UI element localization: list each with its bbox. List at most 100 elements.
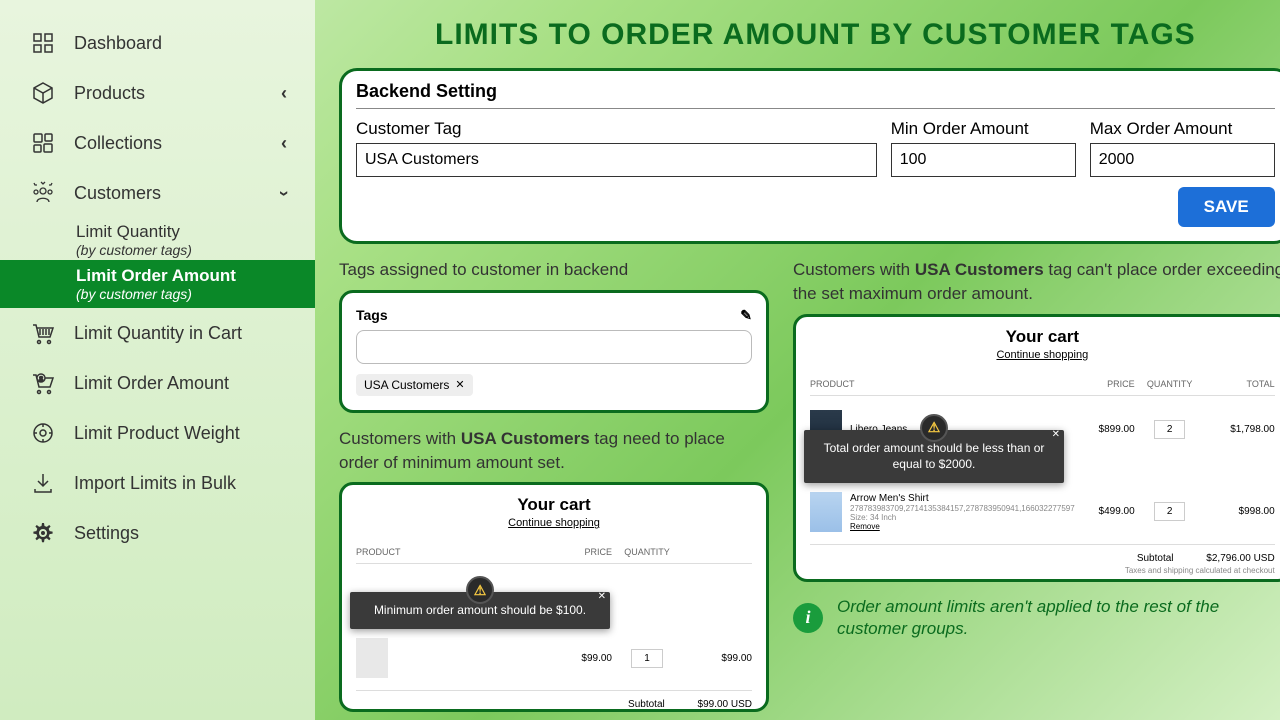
nav-limit-order-amount[interactable]: $ Limit Order Amount xyxy=(0,358,315,408)
download-icon xyxy=(28,468,58,498)
tags-header: Tags xyxy=(356,307,388,324)
min-cart-card: Your cart Continue shopping PRODUCT PRIC… xyxy=(339,482,769,712)
remove-tag-icon[interactable]: ✕ xyxy=(455,378,464,391)
col-product: PRODUCT xyxy=(810,379,1075,389)
product-size: Size: 34 Inch xyxy=(850,513,1075,522)
col-qty: QUANTITY xyxy=(612,547,682,557)
collections-icon xyxy=(28,128,58,158)
tag-chip-label: USA Customers xyxy=(364,378,449,392)
nav-products[interactable]: Products ‹ xyxy=(0,68,315,118)
tags-input[interactable] xyxy=(356,330,752,364)
box-icon xyxy=(28,78,58,108)
remove-link[interactable]: Remove xyxy=(850,522,1075,531)
nav-label: Limit Order Amount xyxy=(74,373,229,394)
sub-label: Limit Quantity xyxy=(76,222,180,241)
customer-tag-label: Customer Tag xyxy=(356,119,877,139)
product-thumb xyxy=(810,492,842,532)
subtotal-value: $2,796.00 USD xyxy=(1206,553,1274,564)
tags-section-label: Tags assigned to customer in backend xyxy=(339,258,769,282)
row-total: $1,798.00 xyxy=(1205,424,1275,435)
product-name: Arrow Men's Shirt xyxy=(850,493,1075,504)
sidebar: Dashboard Products ‹ Collections ‹ Custo… xyxy=(0,0,315,720)
product-thumb xyxy=(356,638,388,678)
subtotal-label: Subtotal xyxy=(1137,553,1174,564)
qty-input[interactable]: 1 xyxy=(631,649,663,668)
col-price: PRICE xyxy=(1075,379,1135,389)
max-amount-input[interactable] xyxy=(1090,143,1275,177)
chevron-left-icon: ‹ xyxy=(281,133,287,154)
nav-customers[interactable]: Customers › xyxy=(0,168,315,218)
warning-icon: ⚠ xyxy=(920,414,948,442)
close-icon[interactable]: ✕ xyxy=(598,590,606,604)
row-price: $499.00 xyxy=(1075,506,1135,517)
sub-label: Limit Order Amount xyxy=(76,266,236,285)
main-content: LIMITS TO ORDER AMOUNT BY CUSTOMER TAGS … xyxy=(315,0,1280,720)
qty-input[interactable]: 2 xyxy=(1154,502,1186,521)
nav-label: Dashboard xyxy=(74,33,162,54)
dashboard-icon xyxy=(28,28,58,58)
nav-limit-weight[interactable]: Limit Product Weight xyxy=(0,408,315,458)
col-price: PRICE xyxy=(552,547,612,557)
warning-icon: ⚠ xyxy=(466,576,494,604)
sub-limit-order-amount[interactable]: Limit Order Amount (by customer tags) xyxy=(0,260,315,308)
save-button[interactable]: SAVE xyxy=(1178,187,1275,227)
row-total: $998.00 xyxy=(1205,506,1275,517)
nav-label: Customers xyxy=(74,183,161,204)
min-amount-input[interactable] xyxy=(891,143,1076,177)
max-cart-card: Your cart Continue shopping PRODUCT PRIC… xyxy=(793,314,1280,582)
continue-shopping-link[interactable]: Continue shopping xyxy=(356,517,752,529)
row-total: $99.00 xyxy=(682,653,752,664)
product-sku: 278783983709,2714135384157,278783950941,… xyxy=(850,504,1075,513)
info-note: i Order amount limits aren't applied to … xyxy=(793,596,1280,640)
nav-collections[interactable]: Collections ‹ xyxy=(0,118,315,168)
backend-title: Backend Setting xyxy=(356,81,1275,109)
cart-row: $99.00 1 $99.00 xyxy=(356,632,752,684)
edit-icon[interactable]: ✎ xyxy=(740,307,752,324)
cart-icon xyxy=(28,318,58,348)
sub-detail: (by customer tags) xyxy=(76,286,287,302)
row-price: $899.00 xyxy=(1075,424,1135,435)
qty-input[interactable]: 2 xyxy=(1154,420,1186,439)
subtotal-label: Subtotal xyxy=(628,699,665,710)
nav-label: Limit Quantity in Cart xyxy=(74,323,242,344)
nav-settings[interactable]: Settings xyxy=(0,508,315,558)
col-qty: QUANTITY xyxy=(1135,379,1205,389)
chevron-left-icon: ‹ xyxy=(281,83,287,104)
col-total: TOTAL xyxy=(1205,379,1275,389)
gear-icon xyxy=(28,518,58,548)
tag-chip: USA Customers ✕ xyxy=(356,374,473,396)
nav-label: Import Limits in Bulk xyxy=(74,473,236,494)
tags-card: Tags ✎ USA Customers ✕ xyxy=(339,290,769,413)
min-tooltip: ⚠ ✕ Minimum order amount should be $100. xyxy=(350,592,610,629)
max-tooltip: ⚠ ✕ Total order amount should be less th… xyxy=(804,430,1064,484)
cart-row: Arrow Men's Shirt 278783983709,271413538… xyxy=(810,486,1275,538)
min-section-label: Customers with USA Customers tag need to… xyxy=(339,427,769,475)
nav-label: Settings xyxy=(74,523,139,544)
row-price: $99.00 xyxy=(552,653,612,664)
subtotal-value: $99.00 USD xyxy=(698,699,752,710)
sub-limit-quantity[interactable]: Limit Quantity (by customer tags) xyxy=(0,218,315,260)
max-section-label: Customers with USA Customers tag can't p… xyxy=(793,258,1280,306)
nav-label: Products xyxy=(74,83,145,104)
nav-dashboard[interactable]: Dashboard xyxy=(0,18,315,68)
info-text: Order amount limits aren't applied to th… xyxy=(837,596,1280,640)
chevron-down-icon: › xyxy=(274,190,295,196)
col-product: PRODUCT xyxy=(356,547,552,557)
continue-shopping-link[interactable]: Continue shopping xyxy=(810,349,1275,361)
nav-label: Limit Product Weight xyxy=(74,423,240,444)
weight-icon xyxy=(28,418,58,448)
sub-detail: (by customer tags) xyxy=(76,242,287,258)
nav-label: Collections xyxy=(74,133,162,154)
max-amount-label: Max Order Amount xyxy=(1090,119,1275,139)
backend-setting-card: Backend Setting Customer Tag Min Order A… xyxy=(339,68,1280,244)
nav-limit-qty-cart[interactable]: Limit Quantity in Cart xyxy=(0,308,315,358)
cart-title: Your cart xyxy=(356,495,752,515)
cart-dollar-icon: $ xyxy=(28,368,58,398)
close-icon[interactable]: ✕ xyxy=(1052,428,1060,442)
col-total xyxy=(682,547,752,557)
page-title: LIMITS TO ORDER AMOUNT BY CUSTOMER TAGS xyxy=(339,18,1280,52)
min-amount-label: Min Order Amount xyxy=(891,119,1076,139)
customer-tag-input[interactable] xyxy=(356,143,877,177)
nav-import-bulk[interactable]: Import Limits in Bulk xyxy=(0,458,315,508)
customers-icon xyxy=(28,178,58,208)
